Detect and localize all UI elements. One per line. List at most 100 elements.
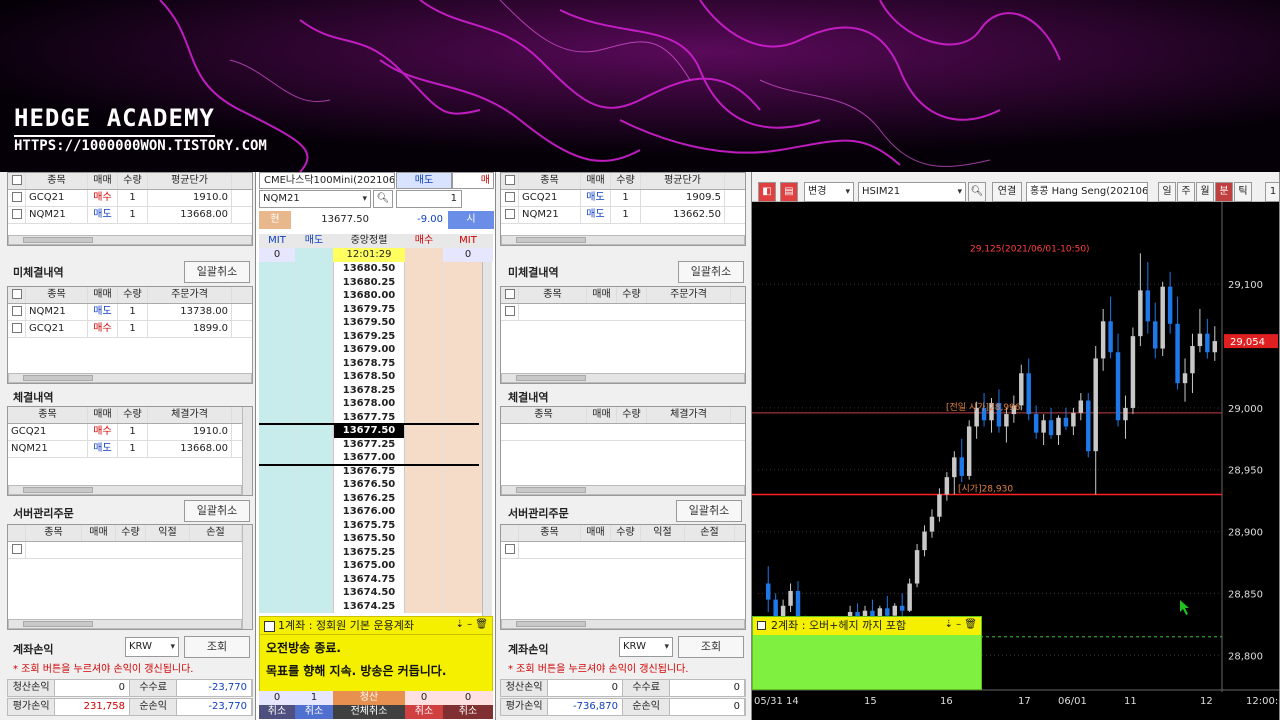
sell-tab[interactable]: 매도	[396, 172, 452, 189]
sell-mit-cell[interactable]	[259, 532, 295, 546]
vertical-scrollbar[interactable]	[242, 525, 252, 629]
cancel-button[interactable]: 취소	[295, 705, 333, 719]
ladder-row[interactable]: 13677.50	[259, 424, 493, 438]
buy-cell[interactable]	[405, 478, 443, 492]
clear-button[interactable]: 청산	[333, 691, 405, 705]
table-row[interactable]: GCQ21 매수 1 1910.0	[8, 424, 252, 441]
sell-mit-cell[interactable]	[259, 505, 295, 519]
horizontal-scrollbar[interactable]	[501, 485, 745, 495]
buy-mit-cell[interactable]	[443, 370, 483, 384]
sell-mit-cell[interactable]	[259, 559, 295, 573]
ladder-row[interactable]: 13679.75	[259, 302, 493, 316]
sell-mit-cell[interactable]	[259, 599, 295, 613]
cancel-all-button[interactable]: 일괄취소	[184, 261, 250, 283]
vertical-scrollbar[interactable]	[242, 407, 252, 495]
sell-cell[interactable]	[295, 491, 333, 505]
table-row[interactable]: GCQ21 매수 1 1910.0	[8, 190, 252, 207]
sell-mit-cell[interactable]	[259, 289, 295, 303]
cancel-button[interactable]: 취소	[259, 705, 295, 719]
period-day[interactable]: 일	[1158, 182, 1176, 202]
buy-mit-cell[interactable]	[443, 302, 483, 316]
buy-cell[interactable]	[405, 572, 443, 586]
sell-mit-cell[interactable]	[259, 329, 295, 343]
horizontal-scrollbar[interactable]	[8, 235, 252, 245]
buy-cell[interactable]	[405, 518, 443, 532]
buy-mit-cell[interactable]	[443, 437, 483, 451]
sell-mit-cell[interactable]	[259, 356, 295, 370]
buy-mit-cell[interactable]	[443, 316, 483, 330]
currency-select[interactable]: KRW	[619, 637, 673, 657]
horizontal-scrollbar[interactable]	[501, 373, 745, 383]
buy-mit-cell[interactable]	[443, 586, 483, 600]
row-checkbox[interactable]	[504, 192, 515, 202]
table-row[interactable]: NQM21 매도 1 13662.50	[501, 207, 745, 224]
table-row[interactable]: NQM21 매도 1 13738.00	[8, 304, 252, 321]
buy-cell[interactable]	[405, 464, 443, 478]
sell-cell[interactable]	[295, 316, 333, 330]
sell-mit-cell[interactable]	[259, 451, 295, 465]
window-controls-icon[interactable]: ⇣ – 🗑︎	[945, 619, 977, 630]
buy-cell[interactable]	[405, 275, 443, 289]
ladder-row[interactable]: 13677.00	[259, 451, 493, 465]
buy-cell[interactable]	[405, 370, 443, 384]
row-checkbox[interactable]	[11, 323, 22, 333]
row-checkbox[interactable]	[11, 209, 22, 219]
sell-cell[interactable]	[295, 545, 333, 559]
ladder-row[interactable]: 13679.00	[259, 343, 493, 357]
sell-mit-cell[interactable]	[259, 437, 295, 451]
sell-cell[interactable]	[295, 464, 333, 478]
buy-cell[interactable]	[405, 599, 443, 613]
cancel-all-button[interactable]: 일괄취소	[676, 500, 742, 522]
buy-mit-cell[interactable]	[443, 343, 483, 357]
row-checkbox[interactable]	[504, 544, 515, 554]
ladder-row[interactable]: 13677.75	[259, 410, 493, 424]
ladder-row[interactable]: 13678.00	[259, 397, 493, 411]
buy-mit-cell[interactable]	[443, 545, 483, 559]
sell-cell[interactable]	[295, 451, 333, 465]
cancel-button[interactable]: 취소	[405, 705, 443, 719]
buy-tab[interactable]: 매	[452, 172, 494, 189]
sell-cell[interactable]	[295, 343, 333, 357]
row-checkbox[interactable]	[11, 306, 22, 316]
buy-cell[interactable]	[405, 505, 443, 519]
buy-cell[interactable]	[405, 356, 443, 370]
sell-mit-cell[interactable]	[259, 491, 295, 505]
sell-cell[interactable]	[295, 478, 333, 492]
buy-cell[interactable]	[405, 397, 443, 411]
ladder-row[interactable]: 13674.75	[259, 572, 493, 586]
table-row[interactable]: NQM21 매도 1 13668.00	[8, 441, 252, 458]
buy-cell[interactable]	[405, 302, 443, 316]
ladder-row[interactable]: 13680.50	[259, 262, 493, 276]
table-row[interactable]	[501, 542, 745, 559]
ladder-row[interactable]: 13680.00	[259, 289, 493, 303]
buy-mit-cell[interactable]	[443, 572, 483, 586]
buy-mit-cell[interactable]	[443, 356, 483, 370]
ladder-row[interactable]: 13680.25	[259, 275, 493, 289]
sell-mit-cell[interactable]	[259, 464, 295, 478]
sell-cell[interactable]	[295, 397, 333, 411]
buy-cell[interactable]	[405, 586, 443, 600]
sell-mit-cell[interactable]	[259, 586, 295, 600]
ladder-row[interactable]: 13678.75	[259, 356, 493, 370]
buy-mit-cell[interactable]	[443, 410, 483, 424]
sell-cell[interactable]	[295, 275, 333, 289]
buy-mit-cell[interactable]	[443, 329, 483, 343]
buy-cell[interactable]	[405, 545, 443, 559]
table-row[interactable]: GCQ21 매수 1 1899.0	[8, 321, 252, 338]
buy-cell[interactable]	[405, 437, 443, 451]
window-controls-icon[interactable]: ⇣ – 🗑︎	[456, 619, 488, 630]
buy-cell[interactable]	[405, 491, 443, 505]
query-button[interactable]: 조회	[184, 636, 250, 658]
sell-mit-cell[interactable]	[259, 397, 295, 411]
product-name[interactable]: CME나스닥100Mini(202106)	[259, 172, 395, 189]
sell-cell[interactable]	[295, 356, 333, 370]
currency-select[interactable]: KRW	[125, 637, 179, 657]
search-icon[interactable]: 🔍︎	[968, 182, 986, 202]
buy-cell[interactable]	[405, 532, 443, 546]
buy-mit-cell[interactable]	[443, 505, 483, 519]
period-minute[interactable]: 분	[1215, 182, 1233, 202]
cancel-button[interactable]: 취소	[443, 705, 493, 719]
horizontal-scrollbar[interactable]	[8, 485, 242, 495]
search-icon[interactable]: 🔍︎	[373, 190, 393, 208]
chart-type-icon[interactable]: ◧	[758, 182, 776, 202]
